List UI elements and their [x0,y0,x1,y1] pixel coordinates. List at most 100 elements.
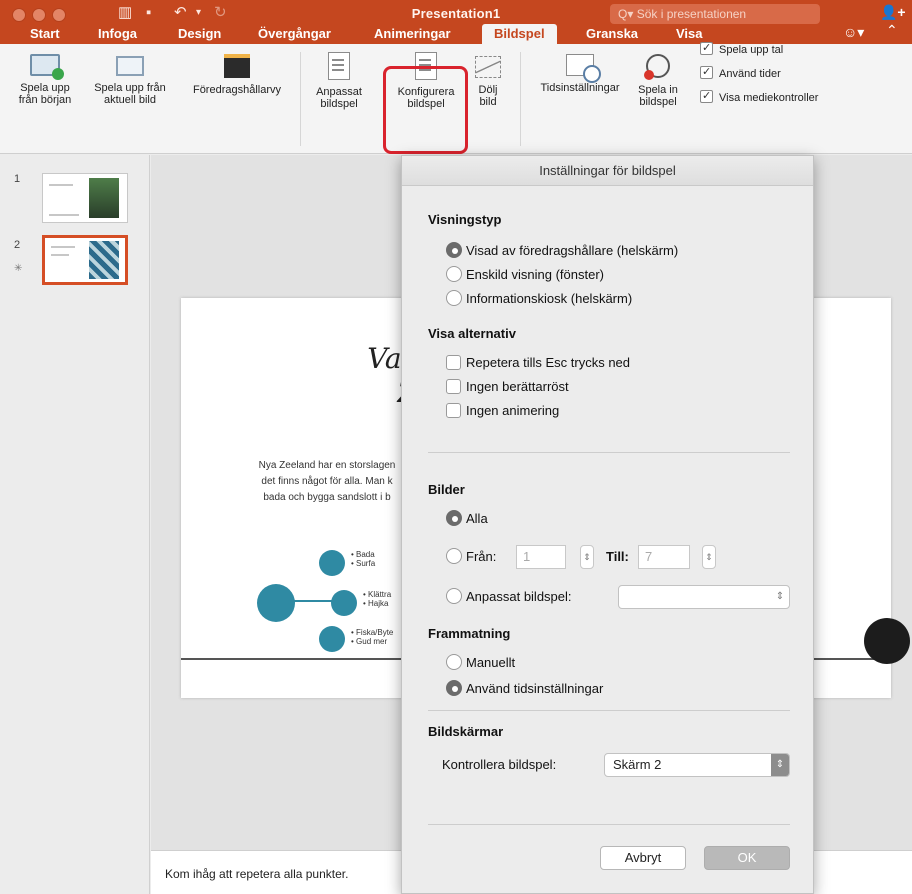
radio-selected-icon [446,680,462,696]
advance-heading: Frammatning [428,626,511,641]
radio-icon [446,290,462,306]
checkbox-checked-icon [700,89,713,103]
show-type-kiosk-label: Informationskiosk (helskärm) [466,291,633,306]
play-from-start-button[interactable]: Spela upp från början [14,44,76,106]
custom-show-button[interactable]: Anpassat bildspel [306,44,372,110]
advance-manual-radio[interactable]: Manuellt [446,654,515,672]
smartart-node[interactable] [319,626,345,652]
play-narration-checkbox[interactable]: Spela upp tal [700,41,784,56]
speaker-notes-text[interactable]: Kom ihåg att repetera alla punkter. [165,867,348,881]
slide-thumbnail-2[interactable] [42,235,128,285]
monitor-select[interactable]: Skärm 2 ⇕ [604,753,790,777]
play-from-current-label: Spela upp från aktuell bild [94,82,166,106]
smiley-feedback-icon[interactable]: ☺▾ [843,24,864,41]
tab-bildspel[interactable]: Bildspel [482,24,557,44]
thumbnail-image [89,241,119,279]
select-arrows-icon: ⇕ [771,754,789,776]
slide-number: 1 [14,173,21,185]
title-bar: ▥ ▪ ↶ ▾ ↻ Presentation1 Q▾ Sök i present… [0,0,912,44]
record-slideshow-button[interactable]: Spela in bildspel [632,44,684,108]
smartart-node[interactable] [331,590,357,616]
add-user-icon[interactable]: 👤+ [880,4,906,21]
monitor-select-value: Skärm 2 [613,757,662,772]
advance-timings-label: Använd tidsinställningar [466,681,604,696]
thumbnail-text-line [51,246,75,248]
radio-icon [446,266,462,282]
slides-all-radio[interactable]: Alla [446,510,488,528]
custom-show-label: Anpassat bildspel [316,86,362,110]
slideshow-settings-dialog: Inställningar för bildspel Visningstyp V… [401,155,814,894]
tab-design[interactable]: Design [178,24,221,44]
monitors-heading: Bildskärmar [428,724,504,739]
timer-icon [566,54,601,83]
smartart-center-node[interactable] [257,584,295,622]
show-type-window-radio[interactable]: Enskild visning (fönster) [446,266,604,284]
slide-decoration-circle [864,618,910,664]
slides-from-radio[interactable]: Från: [446,548,496,566]
presenter-view-button[interactable]: Föredragshållarvy [182,44,292,96]
no-animation-checkbox[interactable]: Ingen animering [446,402,559,420]
cancel-button[interactable]: Avbryt [600,846,686,870]
slide-body-text[interactable]: Nya Zeeland har en storslagen det finns … [247,458,407,506]
monitor-label: Kontrollera bildspel: [442,757,557,772]
smartart-bullets: • Bada • Surfa [351,550,376,568]
tab-overgangar[interactable]: Övergångar [258,24,331,44]
radio-icon [446,654,462,670]
ribbon-divider [520,52,521,146]
checkbox-icon [446,379,461,394]
ribbon-tabs: Start Infoga Design Övergångar Animering… [0,22,912,44]
tab-animeringar[interactable]: Animeringar [374,24,451,44]
slides-from-input[interactable]: 1 [516,545,566,569]
advance-timings-radio[interactable]: Använd tidsinställningar [446,680,603,698]
play-narration-label: Spela upp tal [719,44,784,56]
tab-visa[interactable]: Visa [676,24,703,44]
ok-button[interactable]: OK [704,846,790,870]
animation-star-icon: ✳ [14,263,23,274]
show-media-controls-label: Visa mediekontroller [719,92,819,104]
radio-selected-icon [446,242,462,258]
radio-icon [446,548,462,564]
no-animation-label: Ingen animering [466,403,560,418]
play-from-start-label: Spela upp från början [18,82,72,106]
show-type-presenter-radio[interactable]: Visad av föredragshållare (helskärm) [446,242,678,260]
slides-from-stepper[interactable]: ⇕ [580,545,594,569]
no-narration-checkbox[interactable]: Ingen berättarröst [446,378,569,396]
smartart-bullets: • Fiska/Byte • Gud mer [351,628,394,646]
select-arrows-icon: ⇕ [775,591,785,602]
no-narration-label: Ingen berättarröst [466,379,569,394]
show-type-heading: Visningstyp [428,212,502,227]
tab-granska[interactable]: Granska [586,24,638,44]
tab-infoga[interactable]: Infoga [98,24,137,44]
play-from-current-button[interactable]: Spela upp från aktuell bild [84,44,176,106]
ribbon-divider [300,52,301,146]
slides-to-stepper[interactable]: ⇕ [702,545,716,569]
thumbnail-text-line [51,254,69,256]
slide-thumbnail-1[interactable] [42,173,128,223]
smartart-node[interactable] [319,550,345,576]
slide-number: 2 [14,239,21,251]
show-type-presenter-label: Visad av föredragshållare (helskärm) [466,243,679,258]
slides-custom-radio[interactable]: Anpassat bildspel: [446,588,572,606]
presenter-view-label: Föredragshållarvy [192,84,282,96]
thumbnail-text-line [49,184,73,186]
smartart-bullets: • Klättra • Hajka [363,590,392,608]
checkbox-icon [446,403,461,418]
presenter-view-icon [224,54,250,78]
radio-selected-icon [446,510,462,526]
play-from-current-icon [116,56,144,76]
hide-slide-icon [475,56,501,78]
collapse-ribbon-icon[interactable]: ⌃ [886,22,898,39]
search-placeholder: Sök i presentationen [636,7,747,21]
show-media-controls-checkbox[interactable]: Visa mediekontroller [700,89,819,104]
use-timings-checkbox[interactable]: Använd tider [700,65,781,80]
loop-until-esc-checkbox[interactable]: Repetera tills Esc trycks ned [446,354,630,372]
custom-show-select[interactable]: ⇕ [618,585,790,609]
search-input[interactable]: Q▾ Sök i presentationen [610,4,820,24]
thumbnail-text-line [49,214,79,216]
rehearse-timings-button[interactable]: Tidsinställningar [530,44,630,94]
record-icon [644,54,670,80]
slides-to-input[interactable]: 7 [638,545,690,569]
show-type-kiosk-radio[interactable]: Informationskiosk (helskärm) [446,290,632,308]
tab-start[interactable]: Start [30,24,60,44]
hide-slide-button[interactable]: Dölj bild [470,44,506,108]
